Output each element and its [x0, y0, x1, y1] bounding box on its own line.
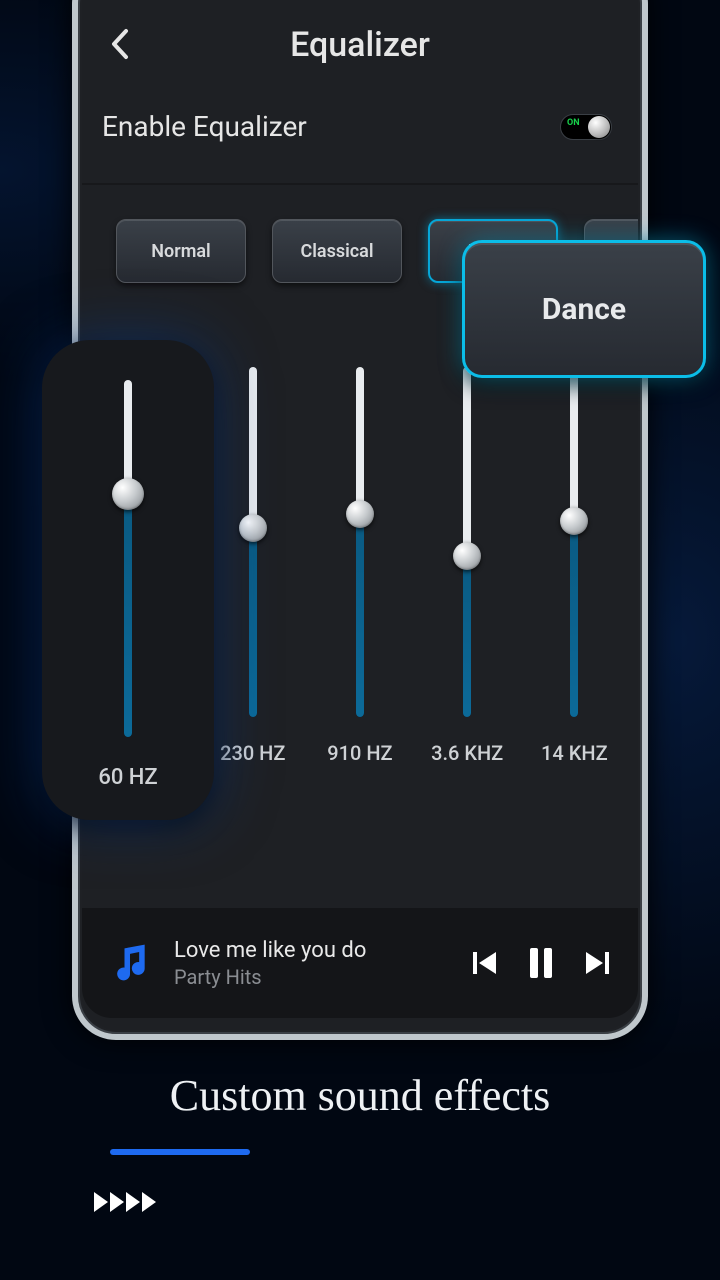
- preset-classical[interactable]: Classical: [272, 219, 402, 283]
- track-album: Party Hits: [174, 965, 470, 989]
- enable-toggle[interactable]: ON: [560, 114, 612, 140]
- player-controls: [470, 946, 612, 980]
- header: Equalizer: [82, 0, 638, 90]
- now-playing-bar: Love me like you do Party Hits: [82, 908, 638, 1018]
- band-label: 60 HZ: [98, 765, 157, 790]
- slider-thumb[interactable]: [453, 542, 481, 570]
- slider-track[interactable]: [124, 380, 132, 737]
- slider-thumb[interactable]: [239, 514, 267, 542]
- enable-row: Enable Equalizer ON: [82, 90, 638, 183]
- toggle-knob: [588, 116, 610, 138]
- page-title: Equalizer: [290, 25, 430, 65]
- chevron-right-icon: [140, 1190, 162, 1214]
- eq-band-910hz: 910 HZ: [317, 367, 403, 817]
- caption-underline: [110, 1149, 250, 1155]
- toggle-state-text: ON: [567, 118, 580, 128]
- slider-track[interactable]: [570, 367, 578, 717]
- slider-track[interactable]: [249, 367, 257, 717]
- eq-band-14khz: 14 KHZ: [531, 367, 617, 817]
- band-label: 230 HZ: [220, 741, 285, 765]
- band-label: 14 KHZ: [541, 741, 608, 765]
- preset-dance-callout[interactable]: Dance: [462, 240, 706, 378]
- slider-thumb[interactable]: [560, 507, 588, 535]
- promo-caption: Custom sound effects: [0, 1070, 720, 1155]
- band-label: 3.6 KHZ: [431, 741, 503, 765]
- music-note-icon: [108, 941, 152, 985]
- eq-band-3-6khz: 3.6 KHZ: [424, 367, 510, 817]
- slider-thumb[interactable]: [112, 478, 144, 510]
- slider-track[interactable]: [356, 367, 364, 717]
- chevron-left-icon: [109, 27, 131, 61]
- back-button[interactable]: [100, 24, 140, 64]
- eq-band-230hz: 230 HZ: [210, 367, 296, 817]
- pause-button[interactable]: [526, 946, 556, 980]
- slider-track[interactable]: [463, 367, 471, 717]
- slider-thumb[interactable]: [346, 500, 374, 528]
- arrow-decor: [92, 1190, 156, 1214]
- previous-button[interactable]: [470, 948, 500, 978]
- track-meta[interactable]: Love me like you do Party Hits: [174, 938, 470, 989]
- preset-normal[interactable]: Normal: [116, 219, 246, 283]
- enable-label: Enable Equalizer: [102, 110, 307, 143]
- eq-band-60hz-featured: 60 HZ: [42, 340, 214, 820]
- band-label: 910 HZ: [327, 741, 392, 765]
- track-title: Love me like you do: [174, 938, 470, 963]
- next-button[interactable]: [582, 948, 612, 978]
